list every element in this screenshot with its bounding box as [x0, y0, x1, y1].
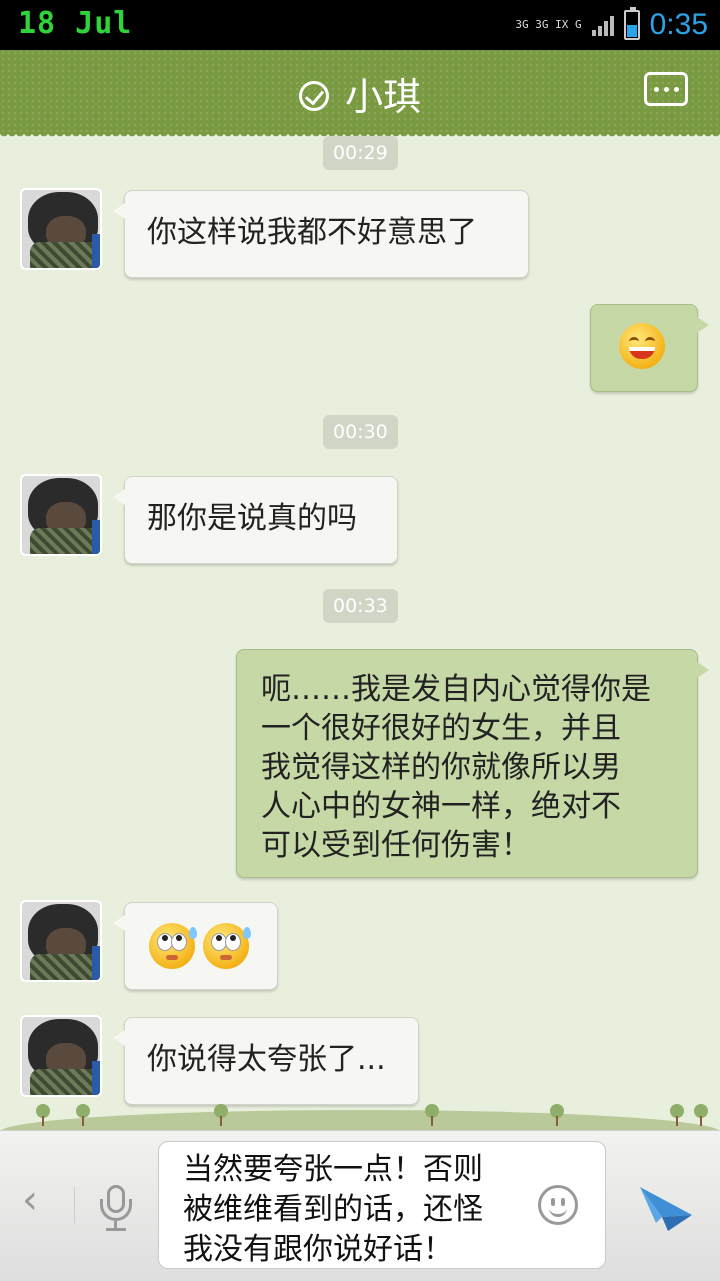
- message-text: 你说得太夸张了...: [147, 1042, 386, 1077]
- avatar[interactable]: [20, 474, 102, 556]
- message-text: 那你是说真的吗: [147, 501, 357, 536]
- chat-more-icon[interactable]: [644, 72, 688, 106]
- message-line: 呃……我是发自内心觉得你是: [261, 672, 651, 707]
- back-arrow-icon[interactable]: ‹: [22, 1177, 38, 1223]
- send-icon[interactable]: [638, 1179, 694, 1235]
- status-icons: 3G 3G IX G 0:35: [515, 6, 708, 44]
- message-input-bar: ‹ 当然要夸张一点！否则 被维维看到的话，还怪 我没有跟你说好话！: [0, 1130, 720, 1281]
- smiley-icon[interactable]: [538, 1185, 578, 1225]
- chat-title-row: 小琪: [0, 66, 720, 121]
- incoming-message-bubble[interactable]: [113, 902, 278, 990]
- signal-strength-icon: [591, 14, 614, 36]
- status-bar: 18 Jul 3G 3G IX G 0:35: [0, 0, 720, 50]
- message-line: 人心中的女神一样，绝对不: [261, 789, 621, 824]
- eye-roll-emoji: [149, 923, 197, 969]
- timestamp: 00:29: [323, 136, 398, 170]
- landscape-decoration: [0, 1082, 720, 1132]
- divider: [74, 1187, 75, 1223]
- outgoing-message-bubble[interactable]: [590, 304, 709, 392]
- eye-roll-emoji: [203, 923, 251, 969]
- contact-name: 小琪: [344, 75, 421, 119]
- check-circle-icon: [298, 80, 329, 111]
- incoming-message-bubble[interactable]: 那你是说真的吗: [113, 476, 398, 564]
- network-type-indicator: 3G 3G IX G: [515, 18, 582, 31]
- battery-icon: [623, 7, 640, 40]
- message-text: 你这样说我都不好意思了: [147, 215, 477, 250]
- grin-emoji: [619, 323, 665, 369]
- outgoing-message-bubble[interactable]: 呃……我是发自内心觉得你是 一个很好很好的女生，并且 我觉得这样的你就像所以男 …: [236, 649, 709, 878]
- avatar[interactable]: [20, 900, 102, 982]
- incoming-message-bubble[interactable]: 你这样说我都不好意思了: [113, 190, 529, 278]
- message-line: 可以受到任何伤害！: [261, 828, 531, 863]
- microphone-icon[interactable]: [98, 1185, 134, 1231]
- status-date: 18 Jul: [18, 6, 133, 41]
- message-line: 我觉得这样的你就像所以男: [261, 750, 621, 785]
- timestamp: 00:30: [323, 415, 398, 449]
- status-time: 0:35: [649, 8, 708, 41]
- timestamp: 00:33: [323, 589, 398, 623]
- chat-header: 小琪: [0, 50, 720, 140]
- avatar[interactable]: [20, 188, 102, 270]
- message-line: 一个很好很好的女生，并且: [261, 711, 621, 746]
